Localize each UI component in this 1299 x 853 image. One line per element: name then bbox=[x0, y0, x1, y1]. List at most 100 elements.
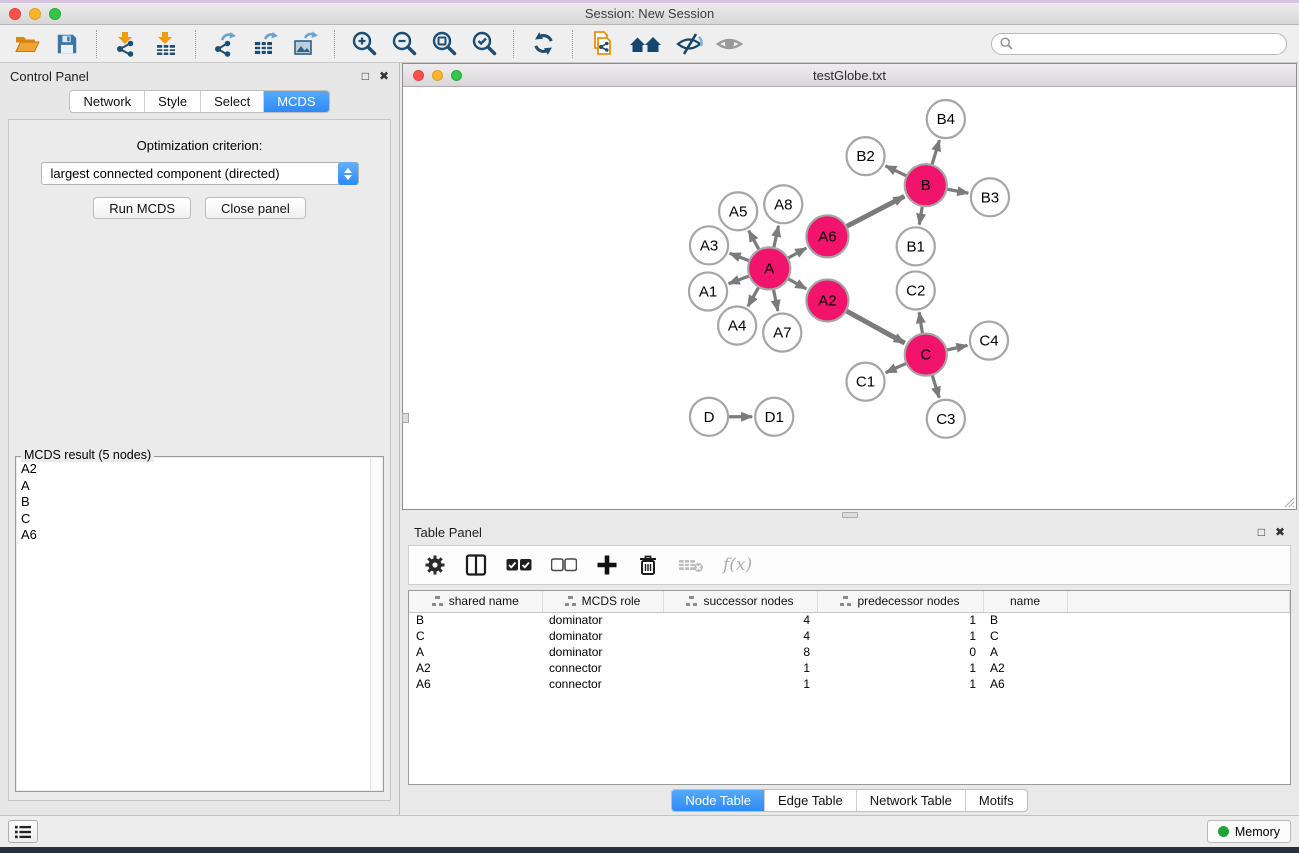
result-item[interactable]: C bbox=[21, 511, 382, 528]
result-item[interactable]: A2 bbox=[21, 461, 382, 478]
table-cell[interactable] bbox=[1067, 612, 1290, 628]
search-field[interactable] bbox=[991, 33, 1287, 55]
tab-network-table[interactable]: Network Table bbox=[857, 790, 966, 811]
show-all-networks-icon[interactable] bbox=[627, 29, 665, 59]
tab-mcds[interactable]: MCDS bbox=[264, 91, 328, 112]
export-network-icon[interactable] bbox=[210, 29, 240, 59]
mcds-result-list[interactable]: A2ABCA6 bbox=[17, 458, 382, 790]
graph-edge-C-C4[interactable] bbox=[944, 345, 967, 350]
graph-node-B4[interactable]: B4 bbox=[927, 100, 965, 138]
tab-motifs[interactable]: Motifs bbox=[966, 790, 1027, 811]
tab-network[interactable]: Network bbox=[70, 91, 145, 112]
table-row[interactable]: A6connector11A6 bbox=[409, 676, 1290, 692]
column-header-shared-name[interactable]: shared name bbox=[409, 591, 542, 612]
table-row[interactable]: Bdominator41B bbox=[409, 612, 1290, 628]
graph-edge-A-A7[interactable] bbox=[773, 287, 778, 311]
graph-edge-A-A8[interactable] bbox=[773, 226, 778, 250]
table-cell[interactable]: A2 bbox=[409, 660, 542, 676]
graph-edge-A2-C[interactable] bbox=[844, 310, 905, 343]
table-cell[interactable]: dominator bbox=[542, 612, 663, 628]
graph-node-B2[interactable]: B2 bbox=[846, 137, 884, 175]
graph-node-C4[interactable]: C4 bbox=[970, 322, 1008, 360]
tab-style[interactable]: Style bbox=[145, 91, 201, 112]
result-item[interactable]: A bbox=[21, 478, 382, 495]
table-row[interactable]: Cdominator41C bbox=[409, 628, 1290, 644]
float-table-panel-icon[interactable]: □ bbox=[1258, 526, 1265, 538]
table-cell[interactable]: 1 bbox=[817, 660, 983, 676]
float-panel-icon[interactable]: □ bbox=[362, 70, 369, 82]
node-table[interactable]: shared nameMCDS rolesuccessor nodesprede… bbox=[408, 590, 1291, 785]
run-mcds-button[interactable]: Run MCDS bbox=[93, 197, 191, 219]
save-session-icon[interactable] bbox=[52, 29, 82, 59]
graph-node-C1[interactable]: C1 bbox=[846, 363, 884, 401]
graph-node-B3[interactable]: B3 bbox=[971, 178, 1009, 216]
table-cell[interactable]: 1 bbox=[663, 660, 817, 676]
graph-node-B1[interactable]: B1 bbox=[897, 227, 935, 265]
open-session-icon[interactable] bbox=[12, 29, 42, 59]
tab-edge-table[interactable]: Edge Table bbox=[765, 790, 857, 811]
graph-edge-B-B4[interactable] bbox=[931, 140, 939, 167]
table-cell[interactable]: 1 bbox=[663, 676, 817, 692]
graph-node-A3[interactable]: A3 bbox=[690, 226, 728, 264]
import-table-icon[interactable] bbox=[151, 29, 181, 59]
table-cell[interactable] bbox=[1067, 676, 1290, 692]
table-cell[interactable]: connector bbox=[542, 660, 663, 676]
column-header-mcds-role[interactable]: MCDS role bbox=[542, 591, 663, 612]
import-network-icon[interactable] bbox=[111, 29, 141, 59]
graph-node-D[interactable]: D bbox=[690, 398, 728, 436]
table-cell[interactable]: A2 bbox=[983, 660, 1067, 676]
graph-node-A5[interactable]: A5 bbox=[719, 192, 757, 230]
zoom-fit-icon[interactable] bbox=[429, 29, 459, 59]
delete-table-icon[interactable] bbox=[678, 551, 704, 579]
window-resize-grip[interactable] bbox=[1282, 495, 1295, 508]
clone-network-icon[interactable] bbox=[587, 29, 617, 59]
graph-edge-A-A3[interactable] bbox=[730, 253, 752, 261]
graph-edge-B-B1[interactable] bbox=[919, 204, 922, 225]
table-cell[interactable]: A bbox=[983, 644, 1067, 660]
export-image-icon[interactable] bbox=[290, 29, 320, 59]
task-history-button[interactable] bbox=[8, 820, 38, 843]
table-cell[interactable] bbox=[1067, 660, 1290, 676]
zoom-in-icon[interactable] bbox=[349, 29, 379, 59]
graph-node-C3[interactable]: C3 bbox=[927, 400, 965, 438]
graph-edge-A6-B[interactable] bbox=[844, 196, 904, 227]
table-cell[interactable]: 8 bbox=[663, 644, 817, 660]
graph-node-A[interactable]: A bbox=[748, 247, 790, 289]
table-cell[interactable]: connector bbox=[542, 676, 663, 692]
result-item[interactable]: A6 bbox=[21, 527, 382, 544]
graph-node-C2[interactable]: C2 bbox=[897, 271, 935, 309]
graph-edge-C-C3[interactable] bbox=[931, 373, 939, 398]
graph-edge-C-C2[interactable] bbox=[919, 312, 923, 336]
table-cell[interactable] bbox=[1067, 628, 1290, 644]
column-header-name[interactable]: name bbox=[983, 591, 1067, 612]
table-cell[interactable]: 4 bbox=[663, 628, 817, 644]
table-cell[interactable]: 1 bbox=[817, 612, 983, 628]
table-cell[interactable] bbox=[1067, 644, 1290, 660]
tab-select[interactable]: Select bbox=[201, 91, 264, 112]
select-none-icon[interactable] bbox=[551, 551, 577, 579]
graph-node-A1[interactable]: A1 bbox=[689, 272, 727, 310]
select-all-icon[interactable] bbox=[506, 551, 532, 579]
graph-edge-B-B2[interactable] bbox=[885, 166, 908, 177]
graph-node-A7[interactable]: A7 bbox=[763, 314, 801, 352]
graph-edge-B-B3[interactable] bbox=[944, 189, 968, 193]
tab-node-table[interactable]: Node Table bbox=[672, 790, 765, 811]
settings-gear-icon[interactable] bbox=[424, 551, 446, 579]
graph-edge-A-A1[interactable] bbox=[729, 275, 752, 284]
table-cell[interactable]: 0 bbox=[817, 644, 983, 660]
table-cell[interactable]: C bbox=[409, 628, 542, 644]
table-row[interactable]: A2connector11A2 bbox=[409, 660, 1290, 676]
result-item[interactable]: B bbox=[21, 494, 382, 511]
graph-edge-A-A5[interactable] bbox=[749, 231, 760, 252]
graph-node-B[interactable]: B bbox=[905, 164, 947, 206]
table-cell[interactable]: B bbox=[983, 612, 1067, 628]
refresh-layout-icon[interactable] bbox=[528, 29, 558, 59]
graph-edge-A-A2[interactable] bbox=[786, 278, 806, 289]
table-cell[interactable]: A6 bbox=[409, 676, 542, 692]
table-cell[interactable]: dominator bbox=[542, 644, 663, 660]
zoom-out-icon[interactable] bbox=[389, 29, 419, 59]
graph-node-A6[interactable]: A6 bbox=[806, 215, 848, 257]
table-cell[interactable]: B bbox=[409, 612, 542, 628]
column-panel-icon[interactable] bbox=[465, 551, 487, 579]
horizontal-splitter[interactable] bbox=[402, 510, 1297, 520]
